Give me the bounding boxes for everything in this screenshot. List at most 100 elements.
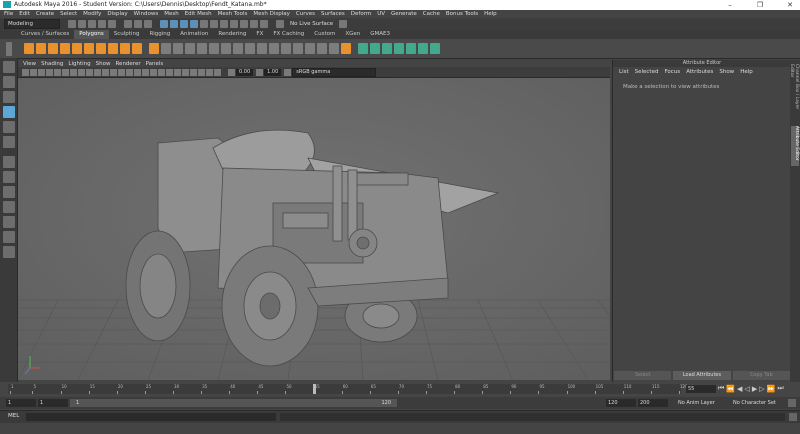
select-tool-icon[interactable]	[2, 61, 15, 73]
sculpt-icon[interactable]	[341, 43, 351, 54]
backface-culling-icon[interactable]	[214, 68, 221, 76]
lasso-tool-icon[interactable]	[2, 76, 15, 88]
append-polygon-icon[interactable]	[269, 43, 279, 54]
live-surface-icon[interactable]	[276, 20, 284, 28]
persp-graph-layout-icon[interactable]	[2, 201, 15, 213]
platonic-solid-icon[interactable]	[108, 43, 118, 54]
history-icon[interactable]	[200, 20, 208, 28]
hypershade-icon[interactable]	[260, 20, 268, 28]
ae-menu-show[interactable]: Show	[719, 69, 734, 75]
snap-grid-icon[interactable]	[160, 20, 168, 28]
select-hierarchy-icon[interactable]	[124, 20, 132, 28]
ipr-render-icon[interactable]	[240, 20, 248, 28]
uv-automatic-icon[interactable]	[394, 43, 404, 54]
scale-tool-icon[interactable]	[2, 136, 15, 148]
menu-uv[interactable]: UV	[377, 11, 385, 17]
side-tab-channel-box[interactable]: Channel Box / Layer Editor	[789, 64, 799, 120]
single-perspective-layout-icon[interactable]	[2, 156, 15, 168]
exposure-field[interactable]: 0.00	[236, 68, 254, 76]
safe-title-icon[interactable]	[102, 68, 109, 76]
menu-mesh-tools[interactable]: Mesh Tools	[218, 11, 248, 17]
uv-editor-icon[interactable]	[406, 43, 416, 54]
preferences-icon[interactable]	[788, 399, 796, 407]
multi-cut-icon[interactable]	[293, 43, 303, 54]
menu-deform[interactable]: Deform	[351, 11, 371, 17]
target-weld-icon[interactable]	[305, 43, 315, 54]
connect-icon[interactable]	[317, 43, 327, 54]
uv-layout-icon[interactable]	[418, 43, 428, 54]
color-management-icon[interactable]	[284, 68, 292, 76]
save-scene-icon[interactable]	[88, 20, 96, 28]
step-back-key-icon[interactable]: ⏪	[726, 385, 735, 393]
menu-surfaces[interactable]: Surfaces	[321, 11, 345, 17]
shadows-icon[interactable]	[150, 68, 157, 76]
command-language-label[interactable]: MEL	[8, 413, 19, 419]
start-time-field[interactable]: 1	[6, 399, 36, 407]
boolean-union-icon[interactable]	[197, 43, 207, 54]
ae-menu-attributes[interactable]: Attributes	[686, 69, 713, 75]
minimize-button[interactable]: –	[720, 0, 740, 10]
time-slider[interactable]: 1 5 10 15 20 25 30 35 40 45 50 55 60 65 70 75 80 85 90 95 10…	[0, 382, 800, 396]
select-button[interactable]: Select	[614, 371, 672, 380]
use-all-lights-icon[interactable]	[142, 68, 149, 76]
wireframe-icon[interactable]	[110, 68, 117, 76]
end-time-field[interactable]: 200	[638, 399, 668, 407]
smooth-icon[interactable]	[173, 43, 183, 54]
tab-sculpting[interactable]: Sculpting	[109, 30, 145, 39]
tab-curves-surfaces[interactable]: Curves / Surfaces	[16, 30, 74, 39]
current-frame-field[interactable]: 55	[686, 385, 716, 393]
character-set-dropdown[interactable]: No Character Set	[733, 400, 776, 406]
tab-fx[interactable]: FX	[251, 30, 268, 39]
image-plane-icon[interactable]	[46, 68, 53, 76]
anim-layer-dropdown[interactable]: No Anim Layer	[678, 400, 715, 406]
paint-select-tool-icon[interactable]	[2, 91, 15, 103]
close-button[interactable]: ✕	[780, 0, 800, 10]
poly-torus-icon[interactable]	[72, 43, 82, 54]
hypershade-layout-icon[interactable]	[2, 216, 15, 228]
time-slider-track[interactable]: 1 5 10 15 20 25 30 35 40 45 50 55 60 65 70 75 80 85 90 95 10…	[8, 384, 688, 394]
anti-aliasing-icon[interactable]	[174, 68, 181, 76]
grid-toggle-icon[interactable]	[54, 68, 61, 76]
menu-cache[interactable]: Cache	[423, 11, 440, 17]
extract-icon[interactable]	[185, 43, 195, 54]
panel-menu-view[interactable]: View	[23, 61, 36, 67]
camera-select-icon[interactable]	[22, 68, 29, 76]
current-time-cursor[interactable]	[312, 384, 316, 394]
separate-icon[interactable]	[161, 43, 171, 54]
four-view-layout-icon[interactable]	[2, 171, 15, 183]
menu-help[interactable]: Help	[484, 11, 497, 17]
rotate-tool-icon[interactable]	[2, 121, 15, 133]
tab-fx-caching[interactable]: FX Caching	[268, 30, 309, 39]
depth-of-field-icon[interactable]	[182, 68, 189, 76]
ae-menu-help[interactable]: Help	[740, 69, 753, 75]
new-scene-icon[interactable]	[68, 20, 76, 28]
persp-outliner-layout-icon[interactable]	[2, 186, 15, 198]
film-gate-icon[interactable]	[62, 68, 69, 76]
poly-cone-icon[interactable]	[60, 43, 70, 54]
menu-create[interactable]: Create	[36, 11, 54, 17]
step-forward-key-icon[interactable]: ⏩	[767, 385, 776, 393]
uv-unfold-icon[interactable]	[430, 43, 440, 54]
menu-curves[interactable]: Curves	[296, 11, 315, 17]
play-forwards-icon[interactable]: ▶	[752, 385, 757, 393]
open-scene-icon[interactable]	[78, 20, 86, 28]
panel-menu-show[interactable]: Show	[96, 61, 111, 67]
gate-mask-icon[interactable]	[78, 68, 85, 76]
uv-planar-icon[interactable]	[358, 43, 368, 54]
snap-view-plane-icon[interactable]	[190, 20, 198, 28]
menu-display[interactable]: Display	[107, 11, 127, 17]
poly-disc-icon[interactable]	[96, 43, 106, 54]
poly-sphere-icon[interactable]	[24, 43, 34, 54]
super-shape-icon[interactable]	[120, 43, 130, 54]
poly-cylinder-icon[interactable]	[48, 43, 58, 54]
uv-spherical-icon[interactable]	[382, 43, 392, 54]
tab-custom[interactable]: Custom	[309, 30, 340, 39]
playback-end-field[interactable]: 120	[606, 399, 636, 407]
construction-history-icon[interactable]	[210, 20, 218, 28]
redo-icon[interactable]	[108, 20, 116, 28]
menu-file[interactable]: File	[4, 11, 13, 17]
resolution-gate-icon[interactable]	[70, 68, 77, 76]
panel-menu-renderer[interactable]: Renderer	[115, 61, 140, 67]
go-to-end-icon[interactable]: ⏭	[777, 384, 783, 393]
shelf-settings-icon[interactable]	[6, 41, 12, 56]
